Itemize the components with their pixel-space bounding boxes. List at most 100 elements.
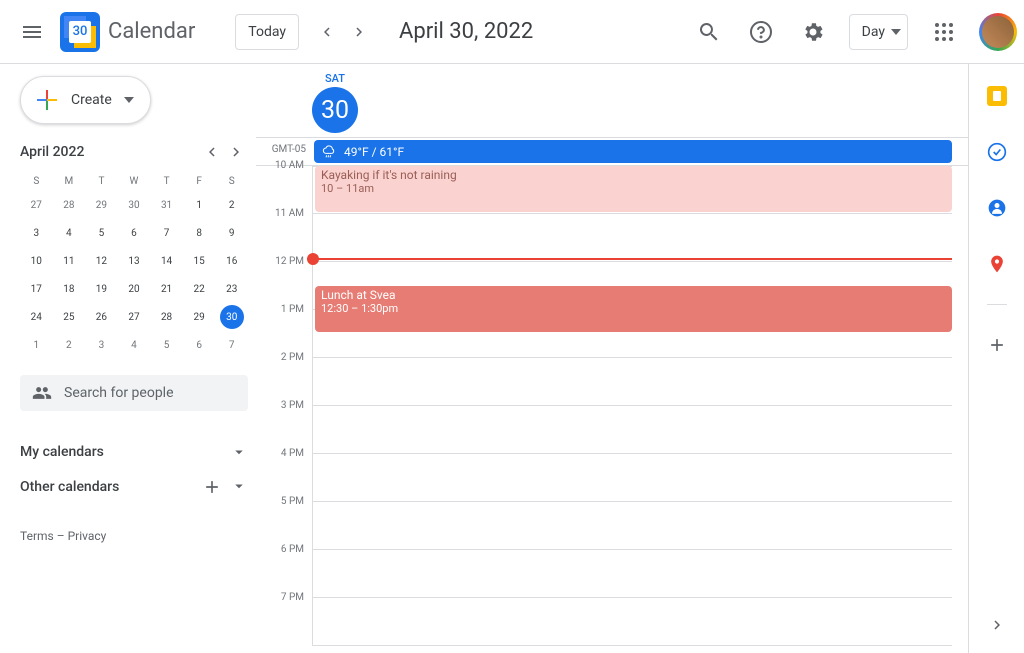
main-menu-button[interactable]	[8, 8, 56, 56]
search-people-input[interactable]: Search for people	[20, 375, 248, 411]
mini-day-cell[interactable]: 28	[57, 193, 81, 217]
mini-day-cell[interactable]: 4	[122, 333, 146, 357]
mini-day-cell[interactable]: 25	[57, 305, 81, 329]
mini-next-month[interactable]	[224, 140, 248, 164]
hour-slot[interactable]	[313, 358, 952, 406]
hide-side-panel-button[interactable]	[977, 605, 1017, 645]
add-calendar-icon[interactable]	[202, 477, 222, 497]
day-number[interactable]: 30	[312, 87, 358, 133]
mini-day-cell[interactable]: 30	[220, 305, 244, 329]
mini-day-cell[interactable]: 2	[220, 193, 244, 217]
view-selector[interactable]: Day	[849, 14, 908, 50]
hour-slot[interactable]	[313, 550, 952, 598]
mini-day-cell[interactable]: 29	[187, 305, 211, 329]
weather-event[interactable]: 49°F / 61°F	[314, 140, 952, 163]
add-addon-button[interactable]	[977, 325, 1017, 365]
hour-slot[interactable]	[313, 598, 952, 646]
hour-slot[interactable]	[313, 406, 952, 454]
mini-day-cell[interactable]: 11	[57, 249, 81, 273]
mini-day-cell[interactable]: 27	[24, 193, 48, 217]
event-kayaking[interactable]: Kayaking if it's not raining 10 – 11am	[315, 166, 952, 212]
mini-day-cell[interactable]: 13	[122, 249, 146, 273]
people-icon	[32, 383, 52, 403]
mini-day-cell[interactable]: 29	[89, 193, 113, 217]
create-button[interactable]: Create	[20, 76, 151, 124]
hour-slot[interactable]	[313, 502, 952, 550]
mini-day-cell[interactable]: 17	[24, 277, 48, 301]
mini-day-cell[interactable]: 2	[57, 333, 81, 357]
chevron-down-icon	[124, 97, 134, 103]
keep-app-icon[interactable]	[977, 76, 1017, 116]
calendar-logo-icon: 30	[60, 12, 100, 52]
account-avatar[interactable]	[980, 14, 1016, 50]
time-label: 6 PM	[256, 544, 312, 592]
google-apps-button[interactable]	[920, 8, 968, 56]
time-label: 4 PM	[256, 448, 312, 496]
chevron-down-icon	[891, 29, 901, 35]
my-calendars-toggle[interactable]: My calendars	[20, 435, 248, 469]
event-lunch[interactable]: Lunch at Svea 12:30 – 1:30pm	[315, 286, 952, 332]
mini-day-cell[interactable]: 15	[187, 249, 211, 273]
mini-day-cell[interactable]: 21	[155, 277, 179, 301]
contacts-app-icon[interactable]	[977, 188, 1017, 228]
privacy-link[interactable]: Privacy	[68, 529, 107, 543]
time-label: 1 PM	[256, 304, 312, 352]
mini-day-cell[interactable]: 5	[155, 333, 179, 357]
mini-day-cell[interactable]: 12	[89, 249, 113, 273]
mini-day-cell[interactable]: 26	[89, 305, 113, 329]
mini-day-cell[interactable]: 27	[122, 305, 146, 329]
search-button[interactable]	[685, 8, 733, 56]
mini-day-cell[interactable]: 9	[220, 221, 244, 245]
mini-day-cell[interactable]: 31	[155, 193, 179, 217]
mini-day-cell[interactable]: 19	[89, 277, 113, 301]
hour-slot[interactable]	[313, 454, 952, 502]
other-calendars-toggle[interactable]: Other calendars	[20, 469, 248, 505]
mini-day-cell[interactable]: 1	[24, 333, 48, 357]
hour-slot[interactable]	[313, 214, 952, 262]
mini-day-cell[interactable]: 4	[57, 221, 81, 245]
current-time-indicator	[307, 258, 952, 260]
time-label: 11 AM	[256, 208, 312, 256]
plus-icon	[35, 88, 59, 112]
chevron-down-icon	[230, 477, 248, 495]
help-button[interactable]	[737, 8, 785, 56]
time-label: 2 PM	[256, 352, 312, 400]
mini-day-cell[interactable]: 8	[187, 221, 211, 245]
next-day-button[interactable]	[343, 16, 375, 48]
logo[interactable]: 30 Calendar	[60, 12, 195, 52]
mini-dow-label: F	[183, 172, 216, 191]
rail-separator	[987, 304, 1007, 305]
mini-day-cell[interactable]: 23	[220, 277, 244, 301]
mini-day-cell[interactable]: 18	[57, 277, 81, 301]
prev-day-button[interactable]	[311, 16, 343, 48]
mini-day-cell[interactable]: 7	[220, 333, 244, 357]
settings-button[interactable]	[789, 8, 837, 56]
terms-link[interactable]: Terms	[20, 529, 54, 543]
app-title: Calendar	[108, 19, 195, 44]
mini-dow-label: T	[150, 172, 183, 191]
today-button[interactable]: Today	[235, 14, 299, 50]
mini-day-cell[interactable]: 5	[89, 221, 113, 245]
mini-day-cell[interactable]: 30	[122, 193, 146, 217]
events-column[interactable]: Kayaking if it's not raining 10 – 11am L…	[312, 166, 952, 646]
mini-day-cell[interactable]: 3	[24, 221, 48, 245]
mini-prev-month[interactable]	[200, 140, 224, 164]
mini-day-cell[interactable]: 22	[187, 277, 211, 301]
maps-app-icon[interactable]	[977, 244, 1017, 284]
mini-dow-label: W	[118, 172, 151, 191]
mini-day-cell[interactable]: 10	[24, 249, 48, 273]
mini-day-cell[interactable]: 20	[122, 277, 146, 301]
mini-day-cell[interactable]: 24	[24, 305, 48, 329]
mini-day-cell[interactable]: 3	[89, 333, 113, 357]
mini-day-cell[interactable]: 6	[122, 221, 146, 245]
tasks-app-icon[interactable]	[977, 132, 1017, 172]
mini-day-cell[interactable]: 1	[187, 193, 211, 217]
mini-dow-label: T	[85, 172, 118, 191]
time-label: 10 AM	[256, 160, 312, 208]
mini-day-cell[interactable]: 28	[155, 305, 179, 329]
mini-day-cell[interactable]: 16	[220, 249, 244, 273]
mini-day-cell[interactable]: 14	[155, 249, 179, 273]
mini-dow-label: S	[20, 172, 53, 191]
mini-day-cell[interactable]: 6	[187, 333, 211, 357]
mini-day-cell[interactable]: 7	[155, 221, 179, 245]
